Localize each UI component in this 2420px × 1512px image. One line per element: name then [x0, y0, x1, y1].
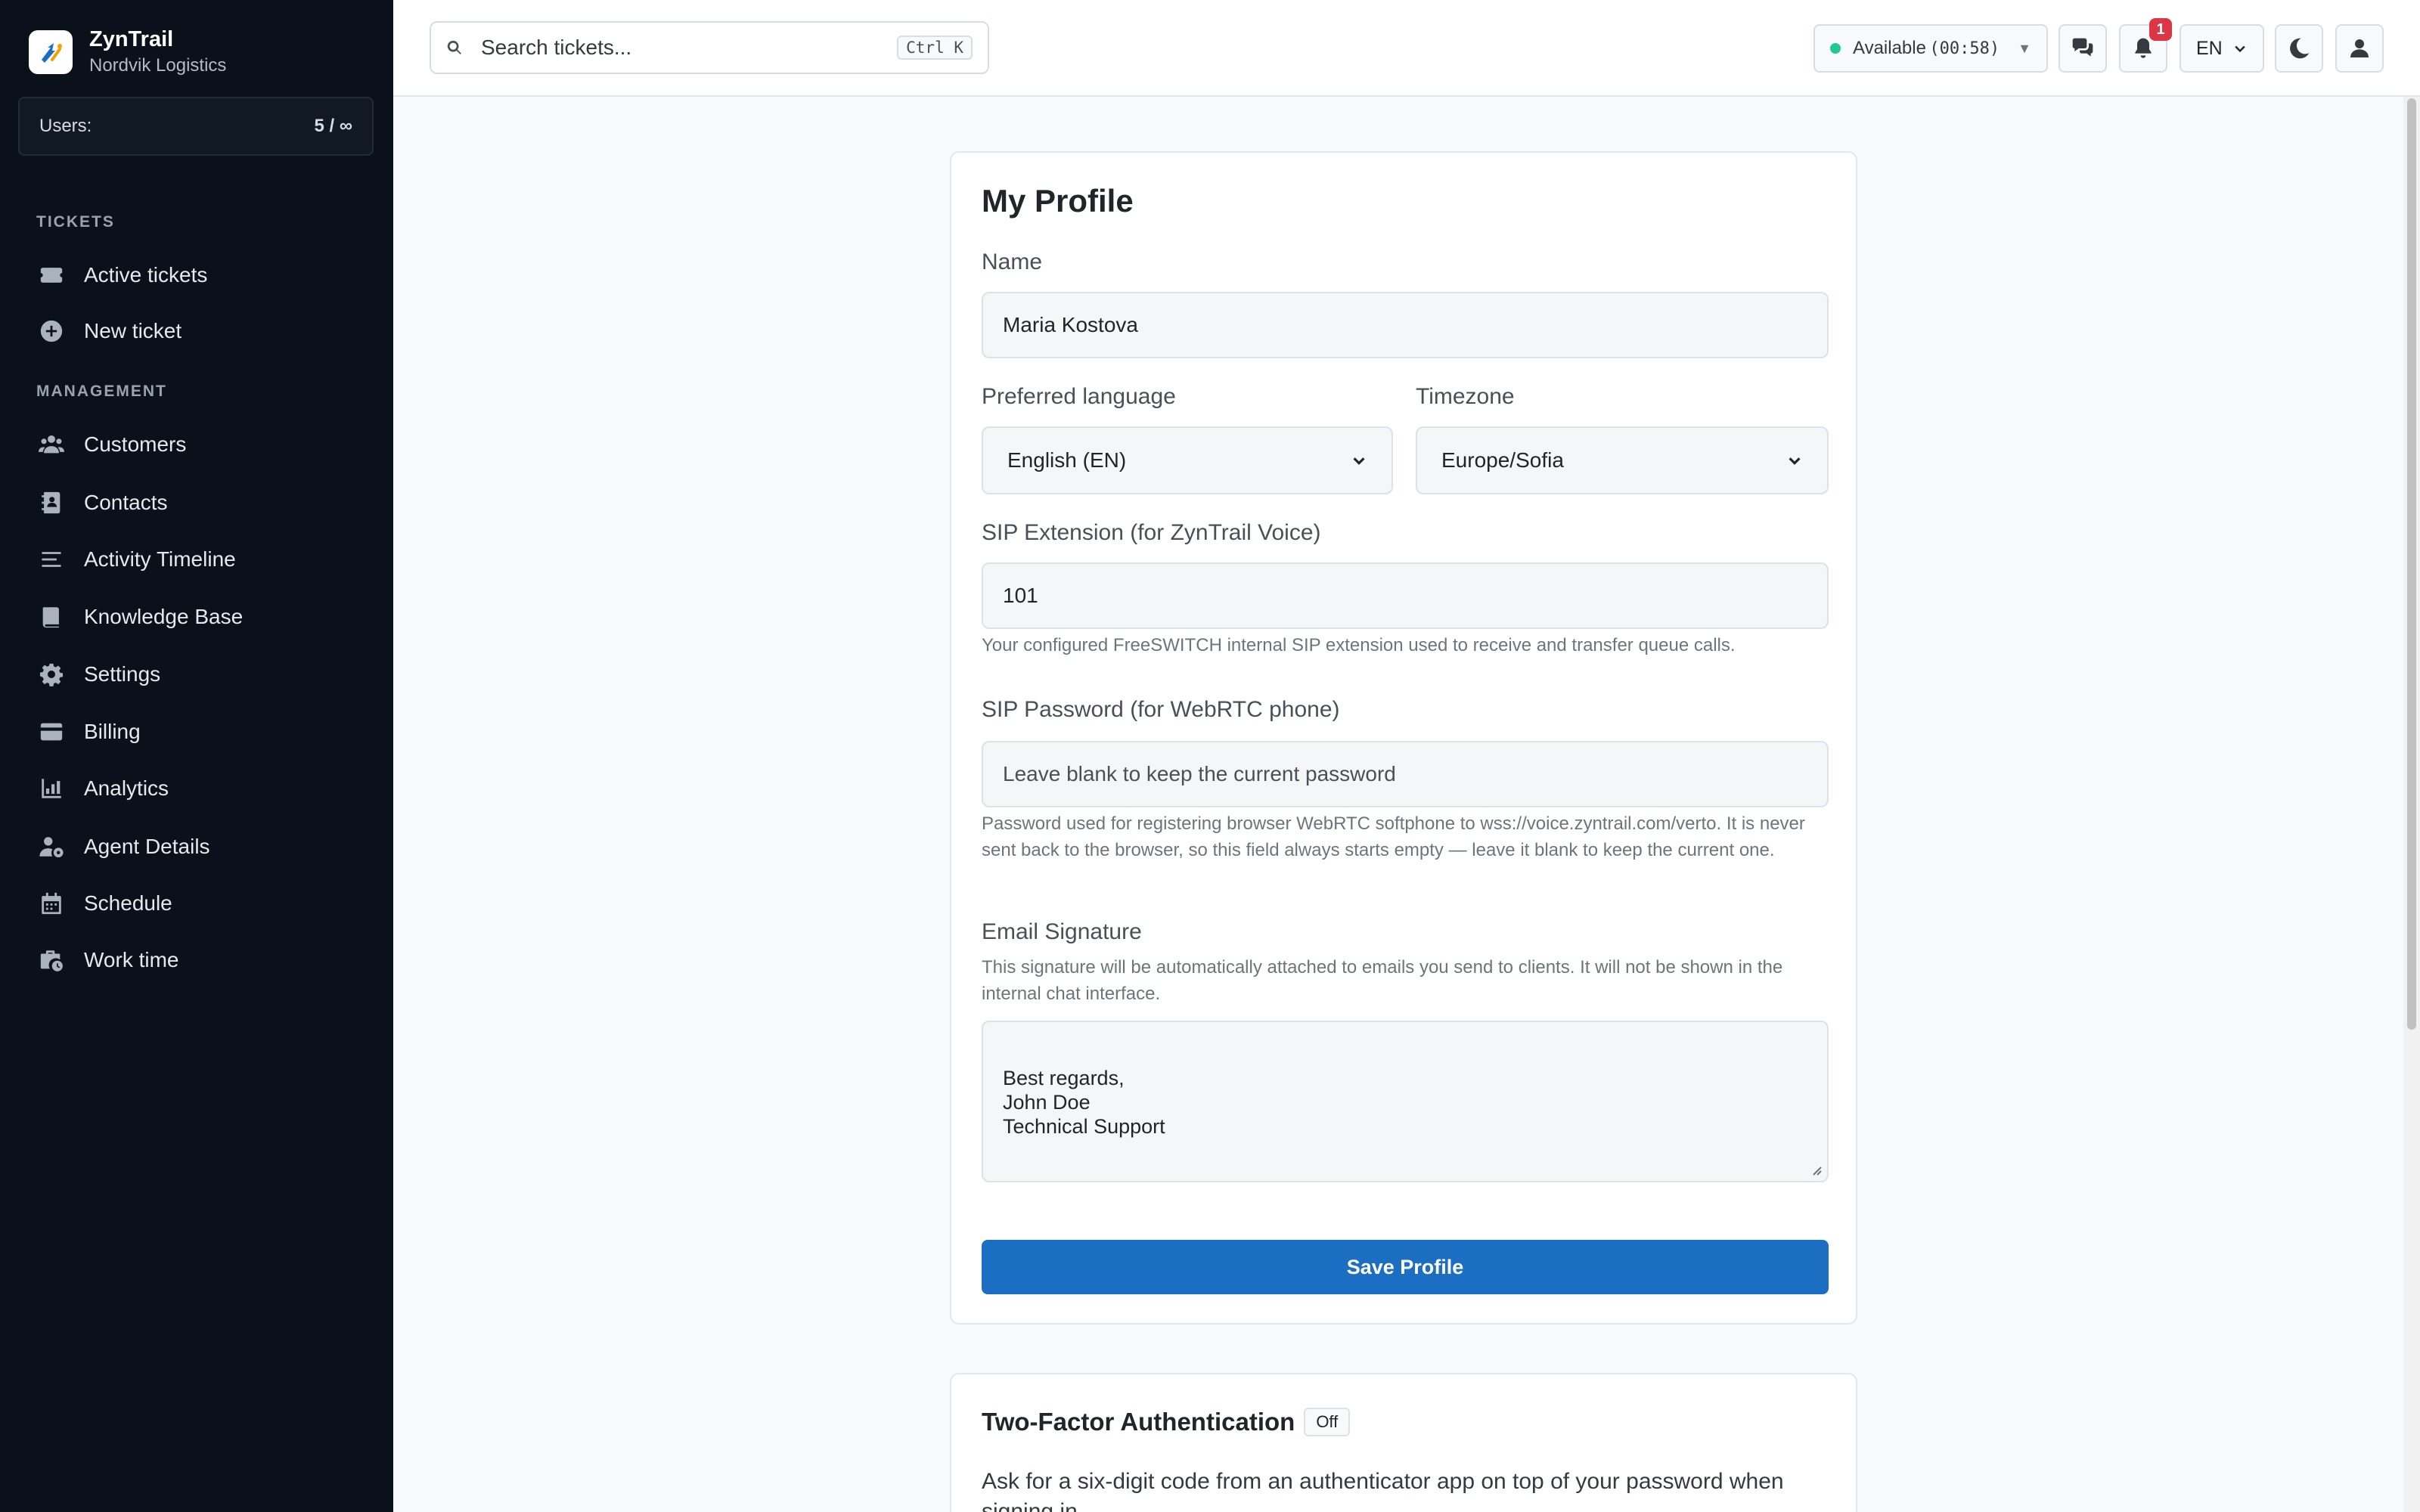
timezone-value: Europe/Sofia — [1441, 448, 1564, 472]
theme-toggle-button[interactable] — [2275, 24, 2323, 73]
timezone-select[interactable]: Europe/Sofia — [1416, 426, 1829, 494]
sidebar-item-active-tickets[interactable]: Active tickets — [36, 257, 369, 293]
email-signature-help: This signature will be automatically att… — [982, 957, 1783, 1004]
sidebar-item-label: Agent Details — [84, 835, 210, 858]
nav-section-tickets: TICKETS — [36, 213, 115, 231]
sidebar-item-knowledge-base[interactable]: Knowledge Base — [36, 599, 369, 635]
sidebar-item-label: Active tickets — [84, 263, 208, 287]
email-signature-textarea[interactable]: Best regards, John Doe Technical Support — [982, 1021, 1829, 1182]
sidebar-item-agent-details[interactable]: Agent Details — [36, 829, 369, 865]
users-label: Users: — [39, 116, 92, 136]
two-factor-card: Two-Factor Authentication Off Ask for a … — [950, 1373, 1857, 1512]
notifications-button[interactable]: 1 — [2119, 18, 2172, 73]
page-title: My Profile — [982, 183, 1134, 218]
book-icon — [36, 602, 67, 632]
availability-status-button[interactable]: Available (00:58) ▼ — [1813, 24, 2048, 73]
sidebar-item-label: Activity Timeline — [84, 547, 236, 571]
language-value: EN — [2196, 37, 2223, 59]
sip-extension-field[interactable] — [982, 562, 1829, 629]
scrollbar-thumb[interactable] — [2407, 98, 2416, 1030]
sidebar-item-label: Customers — [84, 432, 187, 456]
nav-section-management: MANAGEMENT — [36, 383, 167, 400]
brand-name: ZynTrail — [89, 27, 174, 51]
notification-badge: 1 — [2149, 18, 2172, 41]
users-value: 5 / ∞ — [314, 116, 352, 136]
email-signature-value: Best regards, John Doe Technical Support — [1003, 1067, 1165, 1138]
sidebar-item-schedule[interactable]: Schedule — [36, 885, 369, 922]
two-factor-title: Two-Factor Authentication — [982, 1408, 1295, 1436]
sip-password-field[interactable] — [982, 741, 1829, 807]
users-icon — [36, 429, 67, 460]
gear-icon — [36, 659, 67, 689]
preferred-language-select[interactable]: English (EN) — [982, 426, 1393, 494]
ticket-icon — [36, 260, 67, 290]
sidebar-item-work-time[interactable]: Work time — [36, 942, 369, 978]
sidebar-item-customers[interactable]: Customers — [36, 426, 369, 463]
sidebar-item-label: Schedule — [84, 891, 172, 915]
name-field[interactable] — [982, 292, 1829, 358]
sidebar-item-label: Work time — [84, 948, 179, 971]
preferred-language-label: Preferred language — [982, 384, 1176, 409]
credit-card-icon — [36, 717, 67, 747]
briefcase-clock-icon — [36, 945, 67, 975]
sidebar: ZynTrail Nordvik Logistics Users: 5 / ∞ … — [0, 0, 393, 1512]
search-input[interactable] — [481, 36, 874, 60]
chat-button[interactable] — [2059, 24, 2107, 73]
sidebar-item-label: Knowledge Base — [84, 605, 244, 628]
resize-handle-icon[interactable] — [1809, 1163, 1823, 1176]
sidebar-item-analytics[interactable]: Analytics — [36, 770, 369, 807]
timezone-label: Timezone — [1416, 384, 1515, 409]
chat-bubbles-icon — [2072, 38, 2093, 57]
user-menu-button[interactable] — [2335, 24, 2384, 73]
name-label: Name — [982, 249, 1043, 274]
sidebar-item-settings[interactable]: Settings — [36, 656, 369, 692]
status-timer: (00:58) — [1929, 39, 2000, 58]
list-icon — [36, 544, 67, 575]
sidebar-item-contacts[interactable]: Contacts — [36, 485, 369, 521]
two-factor-description: Ask for a six-digit code from an authent… — [982, 1469, 1784, 1512]
sip-extension-help: Your configured FreeSWITCH internal SIP … — [982, 635, 1736, 655]
plus-circle-icon — [36, 316, 67, 346]
sidebar-item-label: Contacts — [84, 491, 168, 514]
status-label: Available — [1853, 38, 1926, 58]
contact-book-icon — [36, 488, 67, 518]
chart-icon — [36, 773, 67, 804]
moon-icon — [2290, 38, 2310, 59]
user-gear-icon — [36, 832, 67, 862]
status-badge: Off — [1304, 1408, 1351, 1436]
chevron-down-icon — [1789, 457, 1801, 465]
chevron-down-icon — [1353, 457, 1365, 465]
sidebar-item-billing[interactable]: Billing — [36, 714, 369, 750]
brand[interactable]: ZynTrail Nordvik Logistics — [29, 26, 226, 79]
sidebar-item-new-ticket[interactable]: New ticket — [36, 313, 369, 349]
logo-icon — [37, 39, 64, 66]
chevron-down-icon — [2235, 45, 2245, 53]
users-quota: Users: 5 / ∞ — [18, 97, 374, 156]
sidebar-item-label: Settings — [84, 662, 161, 686]
brand-logo — [29, 30, 73, 74]
sidebar-item-label: New ticket — [84, 319, 182, 342]
sip-extension-label: SIP Extension (for ZynTrail Voice) — [982, 520, 1321, 545]
sip-password-label: SIP Password (for WebRTC phone) — [982, 697, 1340, 722]
save-profile-button[interactable]: Save Profile — [982, 1240, 1829, 1294]
search-shortcut: Ctrl K — [897, 36, 973, 60]
status-dot — [1830, 43, 1841, 54]
user-icon — [2350, 39, 2369, 57]
sip-password-help: Password used for registering browser We… — [982, 813, 1805, 860]
profile-card: My Profile Name Preferred language Engli… — [950, 151, 1857, 1325]
calendar-icon — [36, 888, 67, 919]
language-select[interactable]: EN — [2180, 24, 2264, 73]
two-factor-header: Two-Factor Authentication Off — [982, 1408, 1351, 1436]
page-scrollbar[interactable] — [2403, 97, 2420, 1512]
sidebar-item-label: Analytics — [84, 776, 169, 800]
search-box[interactable]: Ctrl K — [430, 21, 989, 74]
brand-org: Nordvik Logistics — [89, 55, 227, 76]
topbar: Ctrl K Available (00:58) ▼ 1 EN — [393, 0, 2420, 97]
caret-down-icon: ▼ — [2018, 40, 2031, 56]
sidebar-item-activity-timeline[interactable]: Activity Timeline — [36, 541, 369, 578]
email-signature-label: Email Signature — [982, 919, 1142, 944]
search-icon — [447, 40, 461, 54]
sidebar-item-label: Billing — [84, 720, 141, 743]
preferred-language-value: English (EN) — [1007, 448, 1127, 472]
